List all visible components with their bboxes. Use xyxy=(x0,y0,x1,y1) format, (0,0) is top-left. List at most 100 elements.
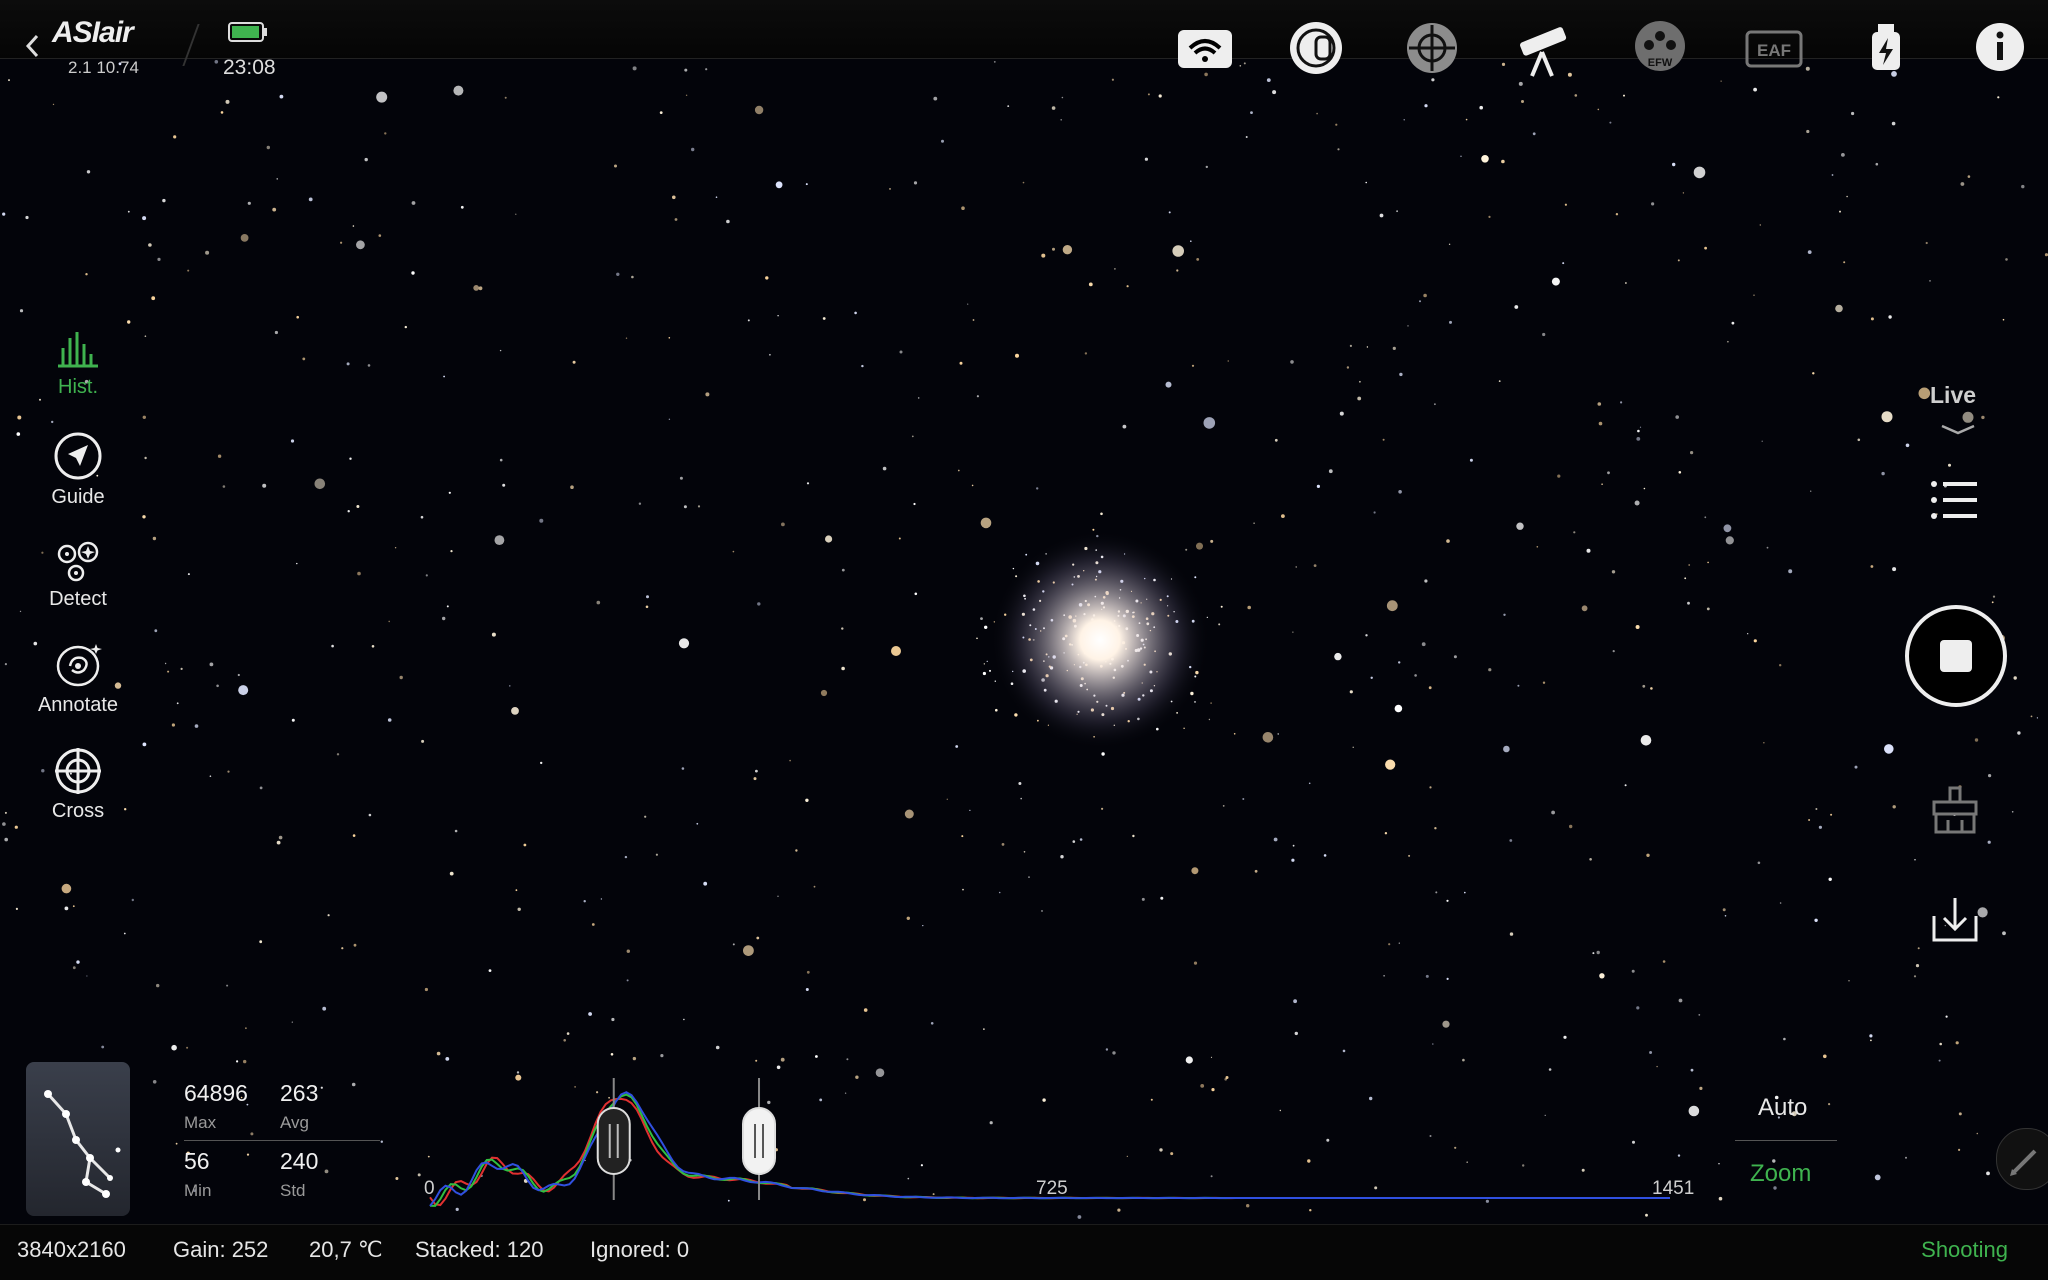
stat-avg-value: 263 xyxy=(280,1080,319,1106)
crosshair-icon xyxy=(55,748,101,794)
star xyxy=(454,829,458,833)
telescope-icon[interactable] xyxy=(1514,20,1574,80)
star xyxy=(176,702,179,705)
efw-icon[interactable]: EFW xyxy=(1632,20,1688,80)
tool-guide[interactable]: Guide xyxy=(28,432,128,522)
detect-stars-icon xyxy=(57,541,99,582)
star xyxy=(813,885,816,888)
star xyxy=(806,970,810,974)
star xyxy=(563,1039,566,1042)
star xyxy=(1609,121,1612,124)
star xyxy=(1892,567,1897,572)
download-icon[interactable] xyxy=(1930,894,1980,944)
edit-button[interactable] xyxy=(1996,1128,2048,1190)
star xyxy=(1357,396,1362,401)
cluster-star xyxy=(989,669,991,672)
star xyxy=(276,178,278,180)
star xyxy=(85,273,88,276)
white-point-handle[interactable] xyxy=(742,1107,777,1175)
star xyxy=(583,900,586,903)
star xyxy=(142,216,147,221)
star xyxy=(225,99,230,104)
tool-hist-label: Hist. xyxy=(58,376,98,398)
star xyxy=(291,718,295,722)
star xyxy=(171,1044,177,1051)
eaf-icon[interactable]: EAF xyxy=(1744,20,1804,80)
star xyxy=(262,483,267,488)
eaf-label: EAF xyxy=(1757,41,1791,60)
star xyxy=(1731,321,1735,325)
star xyxy=(632,66,637,71)
star xyxy=(515,213,517,215)
star xyxy=(154,629,158,633)
star xyxy=(1598,421,1603,426)
star xyxy=(1841,153,1845,157)
list-icon[interactable] xyxy=(1930,478,1980,522)
star xyxy=(1823,1054,1827,1059)
star xyxy=(961,206,965,210)
star xyxy=(1974,738,1979,742)
hist-axis-mid: 725 xyxy=(1036,1178,1068,1199)
star xyxy=(152,536,157,541)
star xyxy=(1018,782,1022,785)
chevron-down-icon[interactable] xyxy=(1938,422,1978,436)
star xyxy=(1753,639,1757,643)
auto-stretch-button[interactable]: Auto xyxy=(1758,1094,1807,1122)
star xyxy=(1262,732,1274,743)
star xyxy=(1766,546,1769,549)
star xyxy=(1986,1171,1990,1176)
star xyxy=(732,550,735,553)
wifi-icon[interactable] xyxy=(1176,20,1236,80)
star xyxy=(732,943,735,946)
star xyxy=(217,454,222,458)
tool-annotate[interactable]: Annotate xyxy=(28,642,128,732)
star xyxy=(1469,458,1473,462)
power-icon[interactable] xyxy=(1866,20,1906,80)
black-point-handle[interactable] xyxy=(596,1107,631,1175)
star xyxy=(1359,380,1361,383)
back-chevron-icon[interactable] xyxy=(22,28,44,64)
live-mode-label[interactable]: Live xyxy=(1930,382,1976,409)
star xyxy=(756,936,760,940)
star xyxy=(1245,136,1248,138)
star xyxy=(351,1082,356,1087)
star xyxy=(1812,372,1815,375)
tool-cross[interactable]: Cross xyxy=(28,748,128,838)
star xyxy=(1062,245,1073,255)
star xyxy=(825,535,833,543)
star xyxy=(659,111,663,114)
star xyxy=(1396,210,1398,213)
star xyxy=(1242,798,1245,800)
constellation-thumbnail[interactable] xyxy=(26,1062,130,1216)
guide-camera-icon[interactable] xyxy=(1402,20,1462,80)
zoom-button[interactable]: Zoom xyxy=(1750,1160,1811,1188)
star xyxy=(1218,623,1221,626)
star xyxy=(376,91,388,103)
tool-hist[interactable]: Hist. xyxy=(28,328,128,418)
star xyxy=(854,311,857,315)
star xyxy=(144,335,147,338)
star xyxy=(755,769,758,773)
star xyxy=(274,330,278,335)
star xyxy=(683,1018,685,1021)
tool-detect[interactable]: Detect xyxy=(28,540,128,630)
star xyxy=(1428,686,1432,690)
star xyxy=(388,620,391,623)
star xyxy=(1759,224,1762,226)
star xyxy=(1870,1039,1872,1042)
star xyxy=(674,218,678,221)
star xyxy=(1373,511,1376,514)
info-icon[interactable] xyxy=(1972,20,2028,80)
stat-std-value: 240 xyxy=(280,1148,319,1174)
star xyxy=(1460,155,1462,157)
brush-icon[interactable] xyxy=(1930,786,1980,836)
star xyxy=(1718,1196,1723,1201)
star xyxy=(1929,280,1931,282)
star xyxy=(1810,490,1812,492)
star xyxy=(2011,811,2014,813)
camera-icon[interactable] xyxy=(1286,20,1346,80)
star xyxy=(1601,483,1603,486)
star xyxy=(1724,915,1727,917)
stop-icon[interactable] xyxy=(1904,604,2008,708)
star xyxy=(1589,858,1592,861)
